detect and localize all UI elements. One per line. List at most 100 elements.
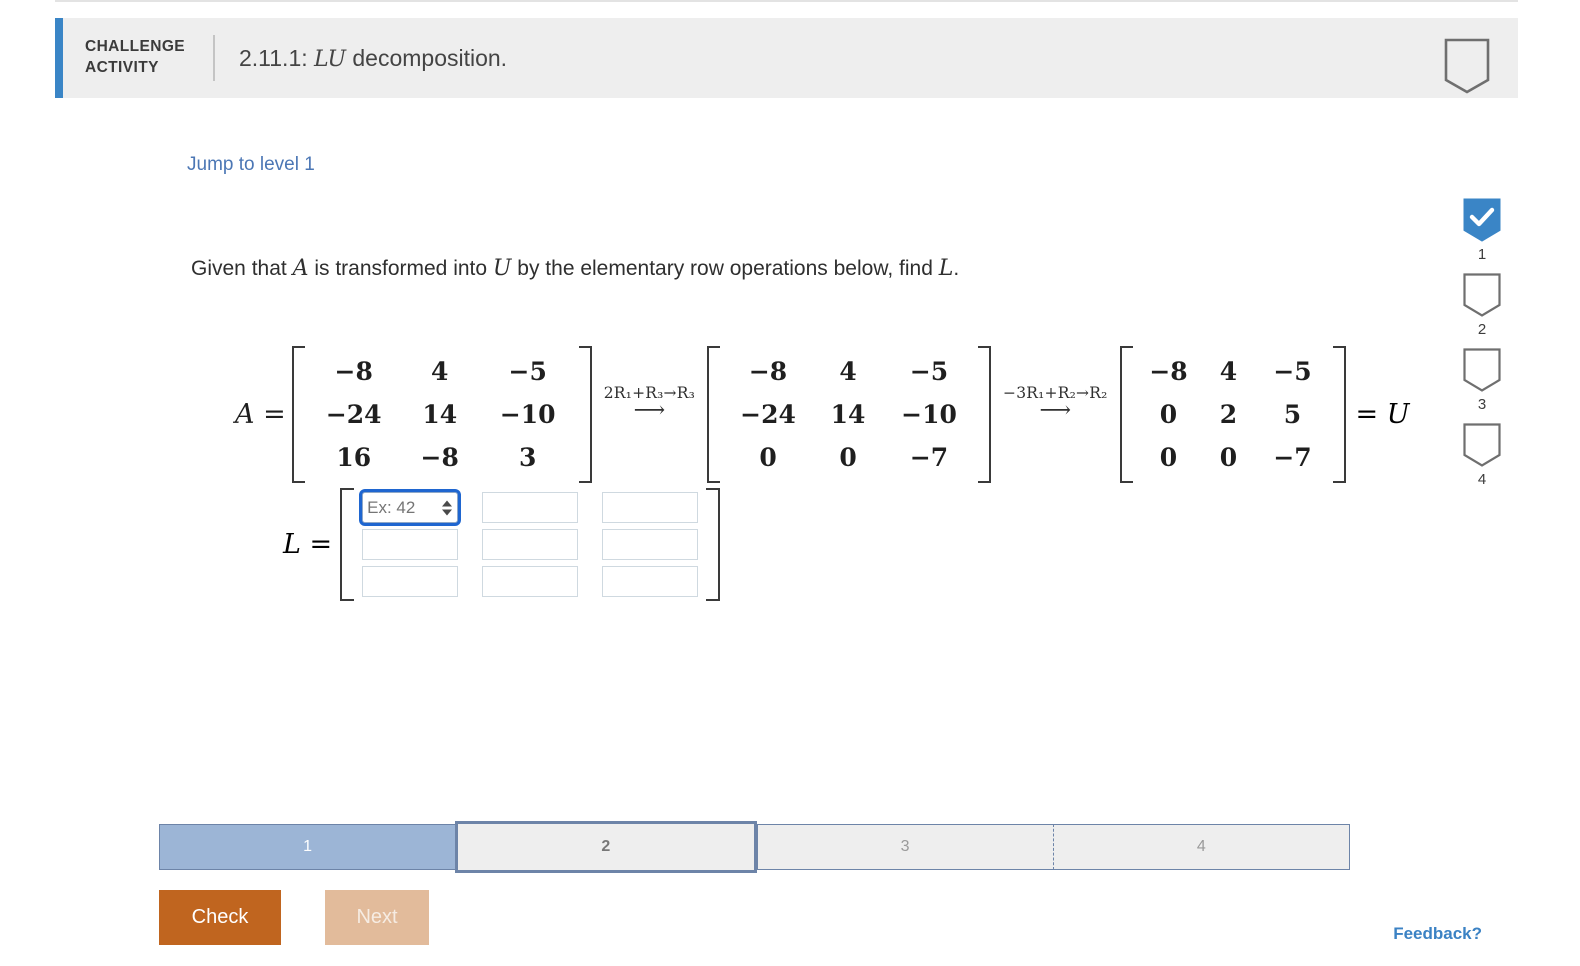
matrix-cell: −7	[1273, 443, 1312, 472]
page-title: 2.11.1: LU decomposition.	[239, 45, 507, 72]
challenge-activity-kicker: CHALLENGE ACTIVITY	[85, 37, 205, 79]
next-button[interactable]: Next	[325, 890, 429, 945]
row-operation-1: 2R₁+R₃→R₃ ⟶	[604, 384, 695, 445]
rail-item-2-number: 2	[1477, 321, 1487, 338]
question-prompt: Given that A is transformed into U by th…	[191, 256, 959, 281]
matrix-intermediate: −8 4 −5 −24 14 −10 0 0 −7	[707, 346, 992, 483]
level-progress-bar: 1 2 3 4	[159, 821, 1350, 873]
matrix-cell: 2	[1219, 400, 1238, 429]
matrix-cell: −24	[325, 400, 382, 429]
answer-input-2-0[interactable]	[362, 566, 459, 597]
rail-item-3-number: 3	[1477, 396, 1487, 413]
prompt-var-a: A	[292, 256, 309, 281]
matrix-intermediate-grid: −8 4 −5 −24 14 −10 0 0 −7	[720, 346, 978, 483]
bracket-right	[1332, 346, 1346, 483]
matrix-u-grid: −8 4 −5 0 2 5 0 0 −7	[1133, 346, 1333, 483]
matrix-cell: −10	[499, 400, 556, 429]
jump-to-level-link[interactable]: Jump to level 1	[187, 154, 315, 176]
activity-body: Jump to level 1 Given that A is transfor…	[55, 98, 1518, 966]
answer-input-0-2[interactable]	[602, 492, 699, 523]
matrix-cell: 5	[1283, 400, 1302, 429]
matrix-cell: −8	[420, 443, 459, 472]
rail-item-3[interactable]: 3	[1463, 348, 1501, 413]
matrix-a-grid: −8 4 −5 −24 14 −10 16 −8 3	[305, 346, 579, 483]
rail-item-4-number: 4	[1477, 471, 1487, 488]
progress-segment-2-label: 2	[601, 838, 611, 855]
action-buttons: Check Next	[159, 890, 429, 945]
answer-input-grid	[354, 488, 706, 601]
header-shield-icon	[1444, 38, 1490, 94]
progress-segment-1-label: 1	[303, 838, 313, 855]
shield-outline-icon	[1463, 423, 1501, 467]
matrix-cell: −8	[1149, 357, 1188, 386]
prompt-text-2: is transformed into	[314, 257, 488, 280]
matrix-cell: −8	[334, 357, 373, 386]
matrix-cell: 4	[839, 357, 857, 386]
rail-item-1-number: 1	[1477, 246, 1487, 263]
bracket-left	[707, 346, 721, 483]
progress-segment-4-label: 4	[1196, 838, 1206, 855]
page-top-divider	[55, 0, 1518, 2]
matrix-cell: 14	[422, 400, 458, 429]
shield-outline-icon	[1463, 273, 1501, 317]
bracket-left	[1119, 346, 1133, 483]
row-operation-equation: A = −8 4 −5 −24 14 −10 16 −8 3 2R₁+R₃→R₃	[235, 346, 1409, 483]
rail-item-2[interactable]: 2	[1463, 273, 1501, 338]
bracket-right	[706, 488, 721, 601]
matrix-cell: 3	[519, 443, 537, 472]
bracket-right	[578, 346, 592, 483]
rail-item-4[interactable]: 4	[1463, 423, 1501, 488]
activity-card: CHALLENGE ACTIVITY 2.11.1: LU decomposit…	[55, 18, 1518, 966]
answer-matrix-l: L =	[283, 488, 721, 601]
matrix-cell: −5	[508, 357, 547, 386]
answer-input-0-1[interactable]	[482, 492, 579, 523]
check-button[interactable]: Check	[159, 890, 281, 945]
level-rail: 1 2 3 4	[1454, 198, 1510, 498]
answer-input-1-1[interactable]	[482, 529, 579, 560]
shield-outline-icon	[1444, 38, 1490, 94]
bracket-right	[978, 346, 992, 483]
title-rest: decomposition.	[352, 44, 508, 71]
header-accent-bar	[55, 18, 63, 98]
matrix-cell: 16	[336, 443, 372, 472]
matrix-u-suffix: = U	[1356, 399, 1410, 430]
prompt-text-3: by the elementary row operations below, …	[517, 257, 933, 280]
matrix-cell: −8	[748, 357, 788, 386]
activity-header: CHALLENGE ACTIVITY 2.11.1: LU decomposit…	[55, 18, 1518, 98]
progress-segment-3-label: 3	[900, 838, 910, 855]
feedback-link[interactable]: Feedback?	[1393, 924, 1482, 944]
arrow-right-icon: ⟶	[1039, 398, 1072, 423]
matrix-cell: 4	[1219, 357, 1238, 386]
rail-item-1[interactable]: 1	[1463, 198, 1501, 263]
row-operation-2: −3R₁+R₂→R₂ ⟶	[1003, 384, 1107, 445]
matrix-cell: 0	[1159, 443, 1178, 472]
progress-segment-1[interactable]: 1	[159, 824, 456, 870]
prompt-period: .	[953, 257, 960, 280]
equals-sign: =	[1355, 399, 1379, 430]
kicker-line-2: ACTIVITY	[85, 59, 159, 76]
bracket-left	[291, 346, 305, 483]
spinner-up-down-icon[interactable]	[441, 499, 453, 516]
prompt-var-l: L	[938, 256, 954, 281]
matrix-cell: 4	[431, 357, 449, 386]
progress-segment-3[interactable]: 3	[756, 824, 1053, 870]
title-math: LU	[314, 46, 346, 72]
kicker-line-1: CHALLENGE	[85, 38, 186, 56]
matrix-cell: 0	[1159, 400, 1178, 429]
matrix-cell: 14	[830, 400, 866, 429]
matrix-a: −8 4 −5 −24 14 −10 16 −8 3	[291, 346, 592, 483]
matrix-cell: −7	[909, 443, 949, 472]
answer-input-1-0[interactable]	[362, 529, 459, 560]
matrix-u: −8 4 −5 0 2 5 0 0 −7	[1119, 346, 1346, 483]
matrix-u-label: U	[1386, 399, 1410, 430]
progress-segment-4[interactable]: 4	[1052, 824, 1350, 870]
answer-cell-0-0[interactable]	[362, 492, 459, 523]
answer-input-1-2[interactable]	[602, 529, 699, 560]
answer-input-2-2[interactable]	[602, 566, 699, 597]
progress-segment-2[interactable]: 2	[455, 821, 757, 873]
answer-input-2-1[interactable]	[482, 566, 579, 597]
prompt-var-u: U	[492, 256, 512, 281]
shield-outline-icon	[1463, 348, 1501, 392]
header-divider	[213, 35, 215, 81]
matrix-cell: 0	[759, 443, 777, 472]
